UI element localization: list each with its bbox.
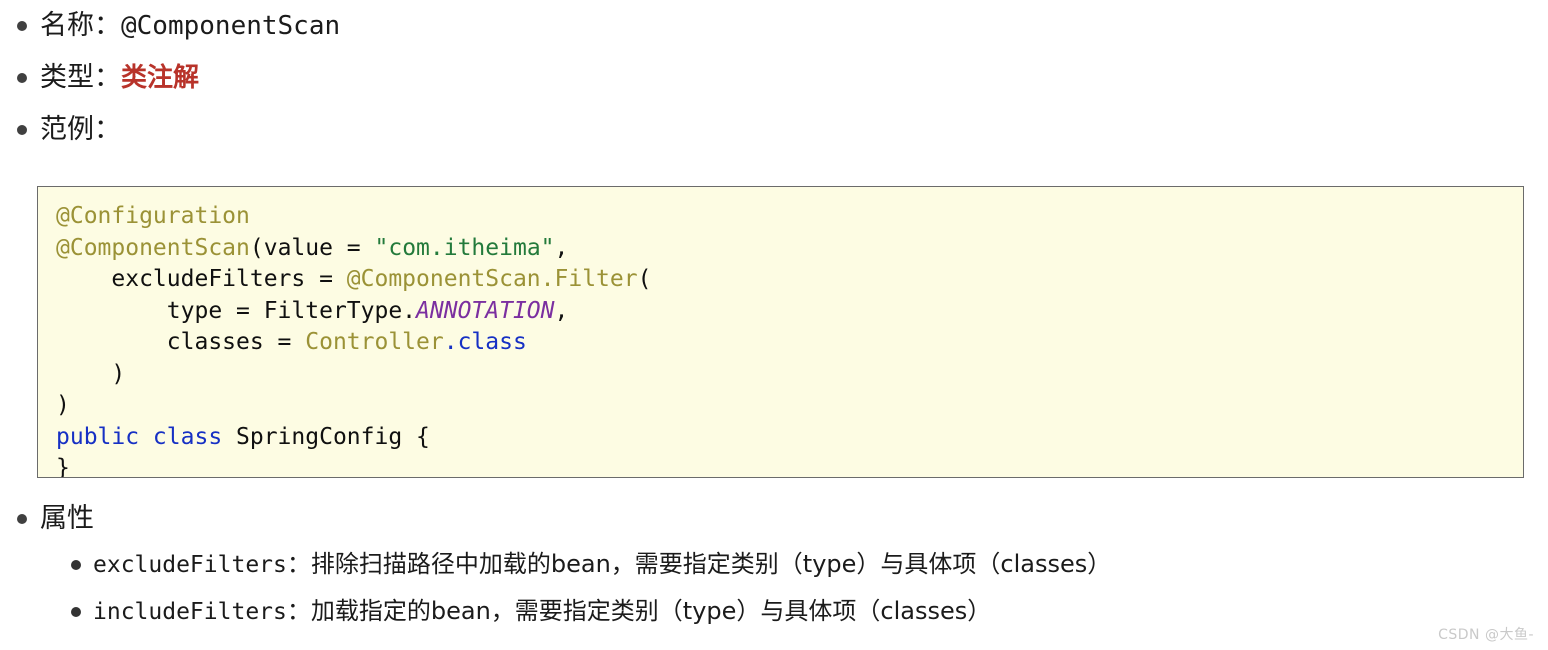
summary-item: 类型：类注解	[0, 52, 1548, 104]
attributes-heading: 属性	[0, 497, 1548, 541]
bullet-icon	[17, 21, 27, 31]
summary-item: 范例：	[0, 104, 1548, 156]
code-token: (value =	[249, 234, 375, 261]
code-token: )	[56, 360, 126, 387]
attribute-separator: ：	[286, 597, 311, 625]
code-token: SpringConfig {	[222, 423, 430, 450]
code-token: ANNOTATION	[416, 297, 555, 324]
code-token: Controller	[305, 329, 444, 355]
bullet-icon	[17, 125, 27, 135]
code-token: ,	[554, 297, 569, 324]
code-token: @ComponentScan.Filter	[346, 266, 638, 292]
code-token: ,	[554, 234, 569, 261]
code-token: @ComponentScan	[56, 234, 250, 261]
attribute-item: excludeFilters：排除扫描路径中加载的bean，需要指定类别（typ…	[0, 541, 1548, 588]
code-token: }	[56, 455, 70, 478]
summary-item-value: 类注解	[121, 63, 200, 93]
code-token: excludeFilters =	[56, 266, 347, 292]
attributes-section: 属性 excludeFilters：排除扫描路径中加载的bean，需要指定类别（…	[0, 497, 1548, 635]
bullet-icon	[17, 514, 27, 524]
summary-item: 名称：@ComponentScan	[0, 0, 1548, 52]
bullet-icon	[71, 606, 81, 617]
attribute-name: excludeFilters	[93, 552, 287, 578]
code-token: "com.itheima"	[374, 234, 555, 261]
attributes-list: excludeFilters：排除扫描路径中加载的bean，需要指定类别（typ…	[0, 541, 1548, 635]
code-token: classes =	[56, 329, 306, 355]
code-token: .class	[443, 329, 527, 355]
document-page: 名称：@ComponentScan 类型：类注解 范例： @Configuratio…	[0, 0, 1548, 650]
attribute-item: includeFilters：加载指定的bean，需要指定类别（type）与具体…	[0, 588, 1548, 635]
code-token: @Configuration	[56, 203, 250, 229]
annotation-summary-list: 名称：@ComponentScan 类型：类注解 范例：	[0, 0, 1548, 156]
code-block: @Configuration @ComponentScan(value = "c…	[37, 186, 1524, 478]
code-token: type = FilterType.	[56, 297, 417, 324]
summary-item-label: 范例：	[40, 114, 121, 145]
attribute-separator: ：	[286, 550, 311, 578]
attribute-description: 加载指定的bean，需要指定类别（type）与具体项（classes）	[310, 597, 992, 625]
summary-item-value: @ComponentScan	[121, 11, 341, 41]
attribute-description: 排除扫描路径中加载的bean，需要指定类别（type）与具体项（classes）	[310, 550, 1112, 578]
code-token: )	[56, 392, 70, 418]
summary-item-label: 类型：	[40, 62, 121, 93]
attribute-name: includeFilters	[93, 599, 287, 625]
bullet-icon	[71, 559, 81, 570]
bullet-icon	[17, 73, 27, 83]
attributes-heading-label: 属性	[40, 503, 94, 534]
code-content: @Configuration @ComponentScan(value = "c…	[38, 187, 1523, 478]
summary-item-label: 名称：	[40, 10, 121, 41]
code-token: (	[637, 266, 652, 292]
code-token: public class	[56, 423, 223, 450]
watermark: CSDN @大鱼-	[1438, 627, 1534, 643]
